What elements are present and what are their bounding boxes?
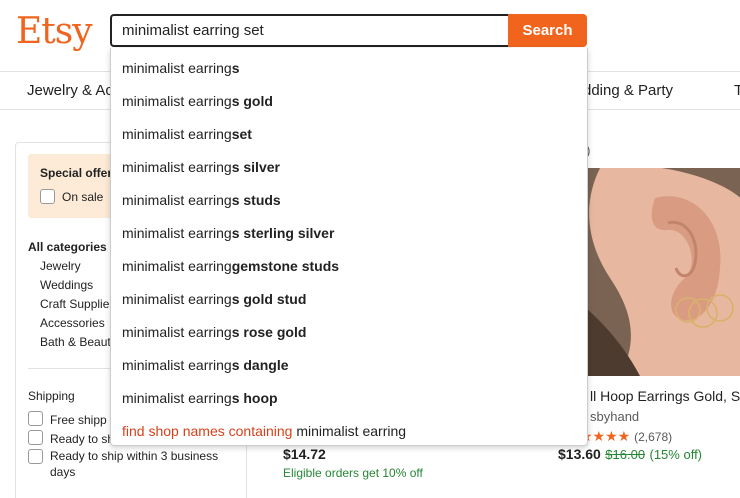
suggestion-item[interactable]: minimalist earring s gold stud xyxy=(111,282,587,315)
shipping-title: Shipping xyxy=(28,389,75,403)
suggestion-item[interactable]: minimalist earring s rose gold xyxy=(111,315,587,348)
nav-item-wedding-party[interactable]: dding & Party xyxy=(583,82,673,99)
search-suggestions-dropdown: minimalist earring s minimalist earring s … xyxy=(110,48,588,446)
shop-name[interactable]: sbyhand xyxy=(590,409,639,424)
etsy-logo[interactable]: Etsy xyxy=(16,12,93,52)
ready-3-days-label[interactable]: Ready to ship within 3 business xyxy=(50,449,218,463)
search-button[interactable]: Search xyxy=(508,14,587,47)
special-offers-title: Special offer xyxy=(40,166,113,180)
suggestion-item[interactable]: minimalist earring s xyxy=(111,51,587,84)
search-box[interactable] xyxy=(110,14,508,47)
ready-to-ship-label[interactable]: Ready to sh xyxy=(50,432,114,446)
category-link[interactable]: Bath & Beaut xyxy=(40,335,111,349)
category-link[interactable]: Weddings xyxy=(40,278,93,292)
nav-item-more[interactable]: T xyxy=(734,82,740,99)
suggestion-item[interactable]: minimalist earring s sterling silver xyxy=(111,216,587,249)
suggestion-item[interactable]: minimalist earring set xyxy=(111,117,587,150)
left-product-promo: Eligible orders get 10% off xyxy=(283,466,423,480)
suggestion-item[interactable]: minimalist earring s gold xyxy=(111,84,587,117)
shop-name-suggestion[interactable]: find shop names containing minimalist ea… xyxy=(111,414,587,447)
product-title[interactable]: ll Hoop Earrings Gold, S xyxy=(590,388,740,404)
on-sale-checkbox[interactable] xyxy=(40,189,55,204)
category-link[interactable]: Jewelry xyxy=(40,259,81,273)
ready-3-days-label-cont: days xyxy=(50,465,76,479)
category-link[interactable]: Accessories xyxy=(40,316,105,330)
search-input[interactable] xyxy=(112,16,508,45)
product-price: $13.60 xyxy=(558,446,601,462)
discount-badge: (15% off) xyxy=(649,447,703,462)
suggestion-item[interactable]: minimalist earring s studs xyxy=(111,183,587,216)
suggestion-item[interactable]: minimalist earring s hoop xyxy=(111,381,587,414)
free-shipping-checkbox[interactable] xyxy=(28,411,43,426)
free-shipping-label[interactable]: Free shipp xyxy=(50,413,107,427)
product-price-row: $13.60 $16.00 (15% off) xyxy=(558,446,702,464)
suggestion-item[interactable]: minimalist earring s silver xyxy=(111,150,587,183)
product-rating: ★★★★ (2,678) xyxy=(580,428,672,445)
category-link[interactable]: Craft Supplie xyxy=(40,297,109,311)
suggestion-item[interactable]: minimalist earring s dangle xyxy=(111,348,587,381)
suggestion-item[interactable]: minimalist earring gemstone studs xyxy=(111,249,587,282)
ready-to-ship-checkbox[interactable] xyxy=(28,430,43,445)
nav-item-jewelry[interactable]: Jewelry & Ac xyxy=(27,82,113,99)
left-product-price: $14.72 xyxy=(283,446,326,462)
on-sale-label[interactable]: On sale xyxy=(62,190,103,204)
all-categories-title[interactable]: All categories xyxy=(28,240,107,254)
original-price: $16.00 xyxy=(605,447,646,462)
ready-3-days-checkbox[interactable] xyxy=(28,449,43,464)
review-count: (2,678) xyxy=(634,430,673,444)
